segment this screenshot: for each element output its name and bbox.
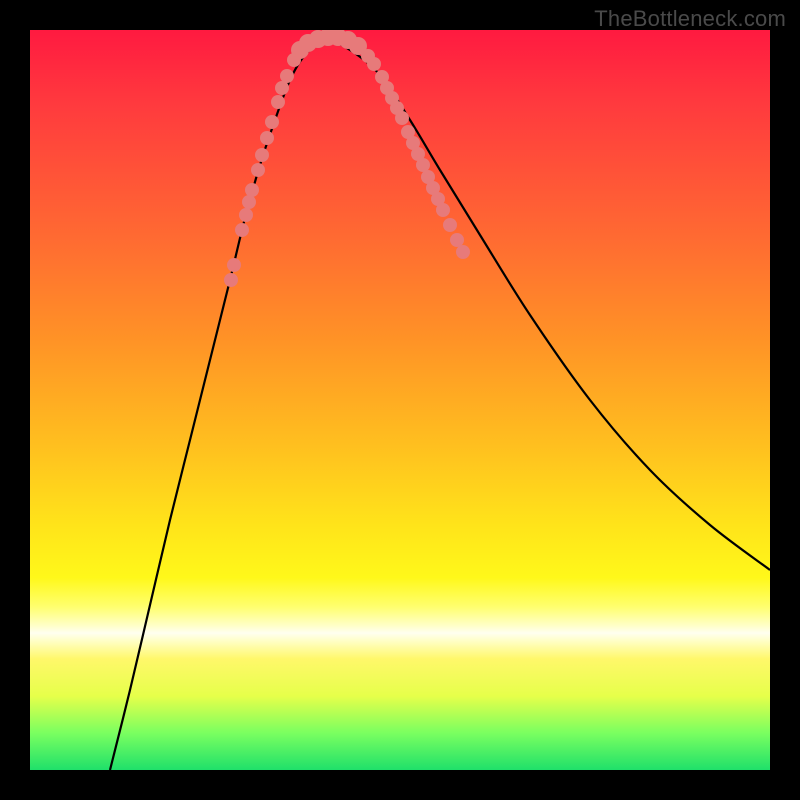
- highlight-dot: [416, 158, 430, 172]
- watermark-text: TheBottleneck.com: [594, 6, 786, 32]
- highlight-dot: [265, 115, 279, 129]
- highlight-dot: [450, 233, 464, 247]
- highlight-dot: [280, 69, 294, 83]
- highlight-dot: [251, 163, 265, 177]
- highlight-dot: [255, 148, 269, 162]
- highlight-dot: [245, 183, 259, 197]
- highlight-dot: [235, 223, 249, 237]
- plot-area: [30, 30, 770, 770]
- highlight-dot: [242, 195, 256, 209]
- highlight-dot: [436, 203, 450, 217]
- highlight-dot: [367, 57, 381, 71]
- chart-svg: [30, 30, 770, 770]
- highlight-dot: [271, 95, 285, 109]
- highlight-dot: [443, 218, 457, 232]
- highlight-dot: [275, 81, 289, 95]
- v-curve-path: [110, 40, 770, 770]
- highlight-dot: [227, 258, 241, 272]
- chart-frame: TheBottleneck.com: [0, 0, 800, 800]
- highlight-dot: [395, 111, 409, 125]
- highlight-dot: [224, 273, 238, 287]
- highlight-dot: [456, 245, 470, 259]
- highlight-dot: [239, 208, 253, 222]
- v-curve-line: [110, 40, 770, 770]
- highlight-dot: [260, 131, 274, 145]
